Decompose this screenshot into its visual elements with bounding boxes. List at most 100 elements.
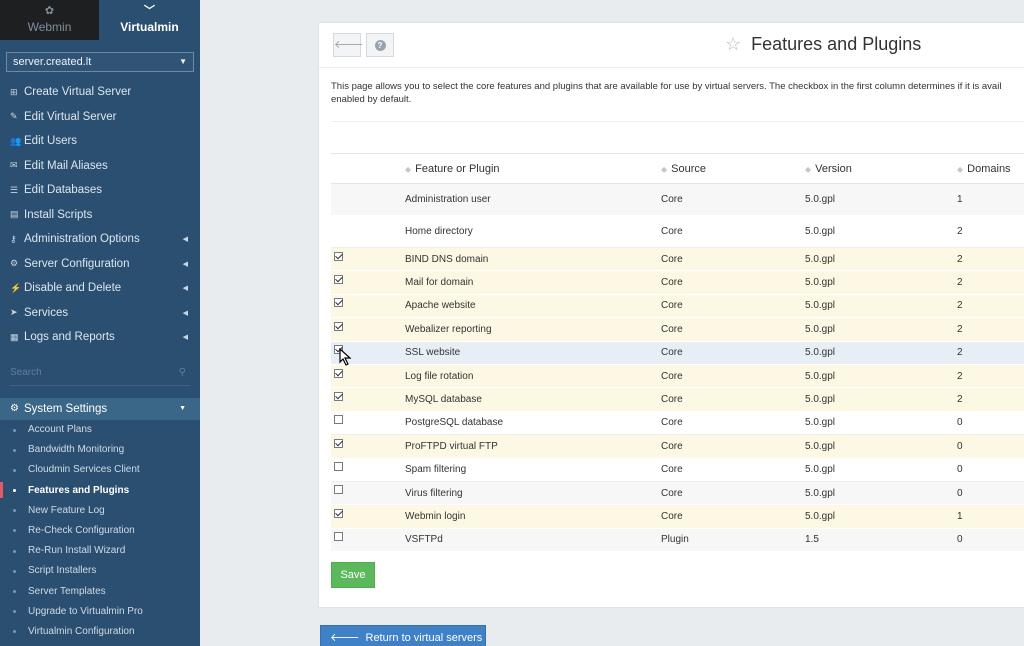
sidebar-item-install-scripts[interactable]: ▤ Install Scripts bbox=[0, 203, 200, 228]
plug-icon: ⚡ bbox=[10, 282, 22, 293]
star-icon[interactable]: ☆ bbox=[725, 34, 741, 55]
edit-icon: ✎ bbox=[10, 111, 18, 122]
feature-name-cell: ProFTPD virtual FTP bbox=[405, 434, 661, 459]
submenu-item-upgrade-to-virtualmin-pro[interactable]: Upgrade to Virtualmin Pro bbox=[0, 601, 200, 621]
domains-cell: 2 bbox=[957, 387, 1024, 412]
table-row: Spam filtering Core 5.0.gpl 0 bbox=[331, 458, 1024, 482]
version-cell: 5.0.gpl bbox=[805, 270, 957, 295]
version-cell: 5.0.gpl bbox=[805, 183, 957, 216]
row-checkbox-cell bbox=[331, 317, 405, 342]
table-row: Virus filtering Core 5.0.gpl 0 bbox=[331, 481, 1024, 506]
submenu-item-cloudmin-services-client[interactable]: Cloudmin Services Client bbox=[0, 460, 200, 480]
row-checkbox-cell bbox=[331, 481, 405, 506]
sidebar-item-logs-and-reports[interactable]: ▦ Logs and Reports ◀ bbox=[0, 325, 200, 350]
column-header-source[interactable]: ◆ Source bbox=[661, 153, 805, 184]
feature-name-cell: Log file rotation bbox=[405, 364, 661, 389]
submenu-item-account-plans[interactable]: Account Plans bbox=[0, 420, 200, 440]
source-cell: Core bbox=[661, 504, 805, 529]
return-to-virtual-servers-button[interactable]: 🡐Return to virtual servers list bbox=[320, 625, 486, 646]
submenu-item-re-check-configuration[interactable]: Re-Check Configuration bbox=[0, 520, 200, 540]
source-cell: Core bbox=[661, 294, 805, 319]
caret-left-icon: ◀ bbox=[182, 260, 188, 268]
caret-left-icon: ◀ bbox=[182, 334, 188, 342]
version-cell: 5.0.gpl bbox=[805, 215, 957, 248]
feature-checkbox[interactable] bbox=[334, 532, 343, 542]
sidebar-item-administration-options[interactable]: ⚷ Administration Options ◀ bbox=[0, 227, 200, 252]
key-icon: ⚷ bbox=[10, 233, 17, 244]
table-row: BIND DNS domain Core 5.0.gpl 2 bbox=[331, 247, 1024, 272]
submenu-item-features-and-plugins[interactable]: Features and Plugins bbox=[0, 480, 200, 500]
users-icon: 👥 bbox=[10, 135, 22, 146]
virtualmin-tab[interactable]: ﹀ Virtualmin bbox=[99, 0, 200, 40]
feature-checkbox[interactable] bbox=[334, 321, 343, 331]
column-header-feature[interactable]: ◆ Feature or Plugin bbox=[405, 153, 661, 184]
envelope-icon: ✉ bbox=[10, 160, 18, 171]
sidebar-item-edit-mail-aliases[interactable]: ✉ Edit Mail Aliases bbox=[0, 154, 200, 179]
sidebar-item-label: Edit Users bbox=[24, 135, 78, 148]
main-menu: ⊞ Create Virtual Server ✎ Edit Virtual Serv… bbox=[0, 80, 200, 350]
submenu-item-script-installers[interactable]: Script Installers bbox=[0, 561, 200, 581]
sidebar-item-edit-virtual-server[interactable]: ✎ Edit Virtual Server bbox=[0, 105, 200, 130]
back-button[interactable]: 🡐 bbox=[333, 33, 364, 57]
row-checkbox-cell bbox=[331, 411, 405, 436]
sidebar-search-placeholder: Search bbox=[10, 366, 42, 378]
source-cell: Core bbox=[661, 247, 805, 272]
submenu-item-server-templates[interactable]: Server Templates bbox=[0, 581, 200, 601]
table-row: Home directory Core 5.0.gpl 2 bbox=[331, 215, 1024, 248]
row-checkbox-cell bbox=[331, 270, 405, 295]
column-header-version[interactable]: ◆ Version bbox=[805, 153, 957, 184]
sidebar-item-edit-databases[interactable]: ☰ Edit Databases bbox=[0, 178, 200, 203]
sidebar-item-create-virtual-server[interactable]: ⊞ Create Virtual Server bbox=[0, 80, 200, 105]
column-header-domains[interactable]: ◆ Domains bbox=[957, 153, 1024, 184]
domains-cell: 2 bbox=[957, 317, 1024, 342]
feature-checkbox[interactable] bbox=[334, 274, 343, 284]
row-checkbox-cell bbox=[331, 504, 405, 529]
feature-checkbox[interactable] bbox=[334, 462, 343, 472]
source-cell: Core bbox=[661, 215, 805, 248]
source-cell: Core bbox=[661, 183, 805, 216]
sidebar-item-label: Edit Databases bbox=[24, 184, 102, 197]
bullet-icon bbox=[13, 448, 16, 452]
server-select[interactable]: server.created.lt ▼ bbox=[6, 52, 194, 72]
domains-cell: 2 bbox=[957, 341, 1024, 365]
column-header-select bbox=[331, 153, 405, 184]
system-settings-submenu: Account Plans Bandwidth Monitoring Cloudmi… bbox=[0, 420, 200, 642]
arrow-left-icon: 🡐 bbox=[334, 39, 364, 51]
feature-checkbox[interactable] bbox=[334, 438, 343, 448]
row-checkbox-cell bbox=[331, 294, 405, 319]
sidebar-item-edit-users[interactable]: 👥 Edit Users bbox=[0, 129, 200, 154]
submenu-item-re-run-install-wizard[interactable]: Re-Run Install Wizard bbox=[0, 541, 200, 561]
submenu-item-new-feature-log[interactable]: New Feature Log bbox=[0, 500, 200, 520]
table-row: Mail for domain Core 5.0.gpl 2 bbox=[331, 270, 1024, 295]
sidebar-item-system-settings[interactable]: ⚙ System Settings ▼ bbox=[0, 397, 200, 420]
sidebar-item-services[interactable]: ➤ Services ◀ bbox=[0, 301, 200, 326]
help-button[interactable]: ? bbox=[366, 33, 394, 57]
feature-checkbox[interactable] bbox=[334, 251, 343, 261]
panel-header: 🡐 ? ☆ Features and Plugins bbox=[319, 23, 1024, 68]
feature-name-cell: VSFTPd bbox=[405, 528, 661, 553]
submenu-item-bandwidth-monitoring[interactable]: Bandwidth Monitoring bbox=[0, 440, 200, 460]
column-header-feature-label: Feature or Plugin bbox=[415, 162, 500, 175]
sidebar-search[interactable]: Search ⚲ bbox=[10, 360, 190, 386]
bullet-icon bbox=[13, 630, 16, 634]
sidebar-item-label: Logs and Reports bbox=[24, 331, 115, 344]
feature-checkbox[interactable] bbox=[334, 508, 343, 518]
sidebar-item-server-configuration[interactable]: ⚙ Server Configuration ◀ bbox=[0, 252, 200, 277]
search-icon: ⚲ bbox=[178, 366, 186, 378]
domains-cell: 0 bbox=[957, 528, 1024, 553]
webmin-tab[interactable]: ✿ Webmin bbox=[0, 0, 99, 40]
feature-name-cell: Apache website bbox=[405, 294, 661, 319]
submenu-item-virtualmin-configuration[interactable]: Virtualmin Configuration bbox=[0, 621, 200, 641]
feature-checkbox[interactable] bbox=[334, 415, 343, 425]
save-button[interactable]: Save bbox=[331, 562, 375, 588]
feature-checkbox[interactable] bbox=[334, 485, 343, 495]
sort-icon: ◆ bbox=[957, 164, 964, 174]
domains-cell: 2 bbox=[957, 294, 1024, 319]
version-cell: 5.0.gpl bbox=[805, 434, 957, 459]
feature-checkbox[interactable] bbox=[334, 368, 343, 378]
feature-checkbox[interactable] bbox=[334, 298, 343, 308]
submenu-item-label: Script Installers bbox=[28, 565, 97, 577]
feature-checkbox[interactable] bbox=[334, 391, 343, 401]
question-icon: ? bbox=[374, 40, 386, 51]
sidebar-item-disable-and-delete[interactable]: ⚡ Disable and Delete ◀ bbox=[0, 276, 200, 301]
